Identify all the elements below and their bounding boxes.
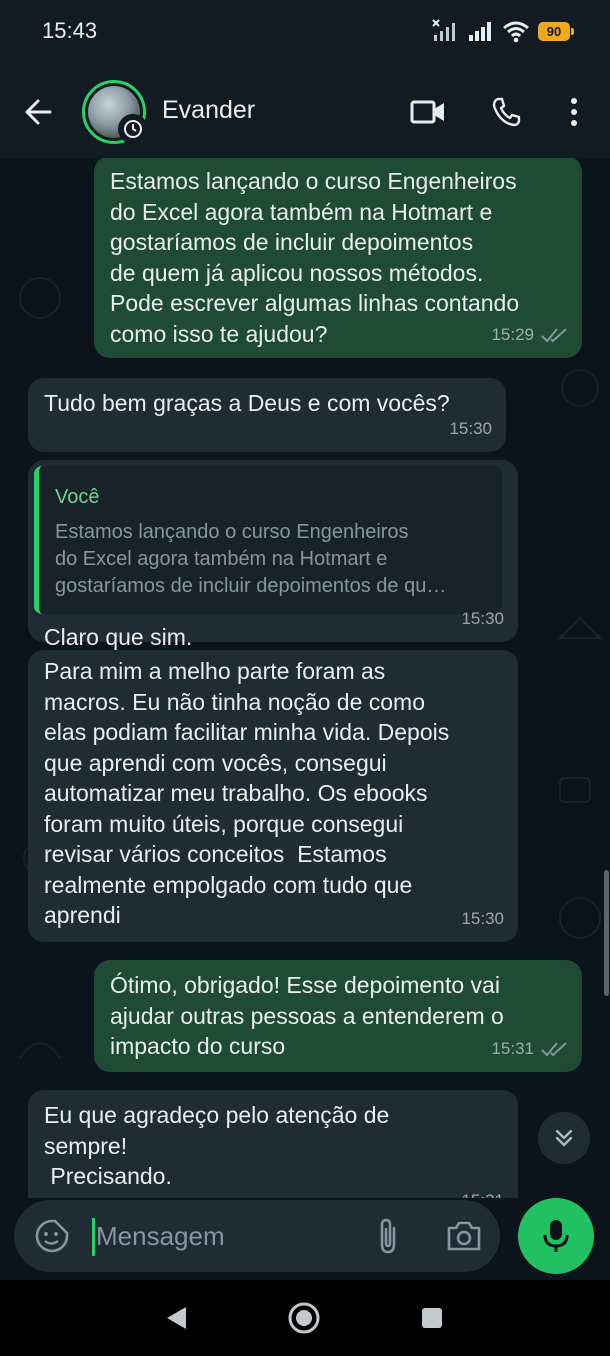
more-options-button[interactable] (554, 92, 594, 132)
text-caret (92, 1218, 95, 1256)
message-bubble-outgoing[interactable]: Estamos lançando o curso Engenheiros do … (94, 158, 582, 358)
camera-button[interactable] (444, 1216, 484, 1256)
message-bubble-incoming[interactable]: Eu que agradeço pelo atenção de sempre! … (28, 1090, 518, 1198)
message-input[interactable] (96, 1216, 356, 1256)
message-text: Eu que agradeço pelo atenção de sempre! … (44, 1102, 390, 1189)
camera-icon (447, 1221, 481, 1251)
message-meta: 15:30 (449, 414, 492, 445)
status-icons: 90 (432, 17, 574, 45)
message-bubble-incoming[interactable]: Para mim a melho parte foram as macros. … (28, 650, 518, 942)
emoji-button[interactable] (34, 1218, 70, 1254)
no-signal-icon (432, 19, 455, 41)
message-bubble-incoming[interactable]: Você Estamos lançando o curso Engenheiro… (28, 460, 518, 650)
status-bar: 15:43 90 (0, 0, 610, 64)
video-camera-icon (410, 100, 444, 124)
attach-button[interactable] (368, 1216, 408, 1256)
status-time: 15:43 (42, 18, 98, 43)
nav-home-button[interactable] (284, 1298, 324, 1338)
triangle-back-icon (167, 1307, 186, 1329)
scroll-to-bottom-button[interactable] (538, 1112, 590, 1164)
circle-home-icon (288, 1302, 320, 1334)
arrow-left-icon (25, 99, 52, 125)
voice-message-button[interactable] (518, 1198, 594, 1274)
message-text: Para mim a melho parte foram as macros. … (44, 658, 450, 928)
message-time: 15:30 (461, 608, 504, 628)
wifi-icon (503, 21, 529, 43)
message-meta: 15:31 (491, 1034, 568, 1065)
message-bubble-incoming[interactable]: Tudo bem graças a Deus e com vocês? 15:3… (28, 378, 506, 452)
video-call-button[interactable] (408, 92, 448, 132)
voice-call-button[interactable] (486, 92, 526, 132)
chat-header: Evander (0, 64, 610, 158)
message-time: 15:31 (491, 1038, 534, 1058)
microphone-icon (543, 1220, 569, 1252)
message-list[interactable]: Estamos lançando o curso Engenheiros do … (0, 158, 610, 1198)
more-vertical-icon (571, 98, 577, 126)
quote-author: Você (55, 486, 100, 508)
sticker-icon (35, 1219, 69, 1253)
composer-bar (0, 1198, 610, 1280)
paperclip-icon (380, 1218, 396, 1254)
timer-icon (124, 120, 142, 138)
message-time: 15:31 (461, 1186, 504, 1198)
message-meta: 15:30 (461, 904, 504, 935)
status-badge (118, 114, 148, 144)
contact-name[interactable]: Evander (162, 96, 255, 125)
message-meta: 15:31 (461, 1186, 504, 1198)
message-time: 15:30 (449, 418, 492, 438)
message-text: Tudo bem graças a Deus e com vocês? (44, 390, 450, 416)
back-button[interactable] (20, 92, 60, 132)
scrollbar[interactable] (604, 870, 609, 996)
double-check-icon (541, 1042, 567, 1057)
nav-recents-button[interactable] (412, 1298, 452, 1338)
system-navigation-bar (0, 1280, 610, 1356)
double-chevron-down-icon (555, 1129, 573, 1147)
nav-back-button[interactable] (156, 1298, 196, 1338)
message-meta: 15:29 (491, 320, 568, 351)
square-recents-icon (422, 1308, 442, 1328)
signal-icon (469, 22, 491, 41)
quote-text: Estamos lançando o curso Engenheiros do … (55, 520, 447, 597)
message-time: 15:29 (491, 324, 534, 344)
battery-indicator: 90 (538, 21, 574, 41)
message-time: 15:30 (461, 908, 504, 928)
message-meta: 15:30 (461, 604, 504, 635)
composer (14, 1200, 500, 1272)
quoted-message[interactable]: Você Estamos lançando o curso Engenheiro… (34, 466, 502, 614)
message-text: Claro que sim. (44, 623, 193, 650)
message-bubble-outgoing[interactable]: Ótimo, obrigado! Esse depoimento vai aju… (94, 960, 582, 1072)
phone-icon (492, 97, 521, 127)
double-check-icon (541, 328, 567, 343)
